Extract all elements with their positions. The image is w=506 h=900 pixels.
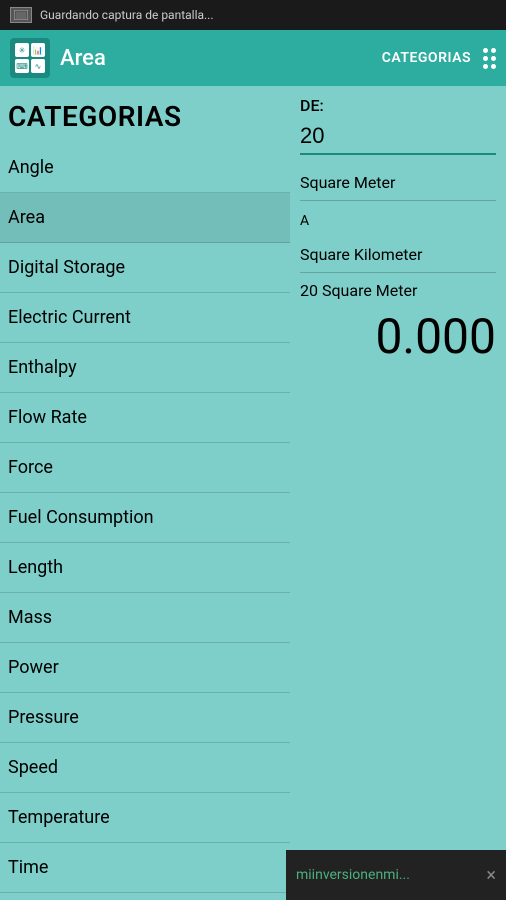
right-panel: DE: Square Meter A Square Kilometer 20 S…: [290, 86, 506, 900]
converter-result: 0.000: [300, 308, 496, 365]
categories-list: AngleAreaDigital StorageElectric Current…: [0, 143, 290, 900]
converter-from-value: 20 Square Meter: [300, 281, 496, 300]
category-item-area[interactable]: Area: [0, 193, 290, 243]
left-panel: CATEGORIAS AngleAreaDigital StorageElect…: [0, 86, 290, 900]
dot-1: [483, 48, 488, 53]
categories-heading: CATEGORIAS: [0, 86, 290, 143]
status-bar: Guardando captura de pantalla...: [0, 0, 506, 30]
de-label: DE:: [300, 96, 496, 115]
category-item-force[interactable]: Force: [0, 443, 290, 493]
converter-input[interactable]: [300, 119, 496, 155]
dot-2: [491, 48, 496, 53]
icon-cell-sun: ✳: [15, 43, 29, 57]
category-item-angle[interactable]: Angle: [0, 143, 290, 193]
icon-cell-calc: ⌨: [15, 59, 29, 73]
app-icon: ✳ 📊 ⌨ ∿: [10, 38, 50, 78]
dot-5: [483, 64, 488, 69]
screenshot-icon: [10, 7, 32, 23]
category-item-length[interactable]: Length: [0, 543, 290, 593]
converter-to-label: A: [300, 209, 496, 233]
converter-unit-to[interactable]: Square Kilometer: [300, 237, 496, 273]
icon-cell-wave: ∿: [31, 59, 45, 73]
category-item-speed[interactable]: Speed: [0, 743, 290, 793]
category-item-time[interactable]: Time: [0, 843, 290, 893]
app-header: ✳ 📊 ⌨ ∿ Area CATEGORIAS: [0, 30, 506, 86]
category-item-temperature[interactable]: Temperature: [0, 793, 290, 843]
category-item-pressure[interactable]: Pressure: [0, 693, 290, 743]
status-bar-text: Guardando captura de pantalla...: [40, 8, 214, 22]
category-item-fuel-consumption[interactable]: Fuel Consumption: [0, 493, 290, 543]
category-item-mass[interactable]: Mass: [0, 593, 290, 643]
category-item-flow-rate[interactable]: Flow Rate: [0, 393, 290, 443]
header-left: ✳ 📊 ⌨ ∿ Area: [10, 38, 106, 78]
header-categorias-button[interactable]: CATEGORIAS: [382, 50, 471, 66]
dot-6: [491, 64, 496, 69]
dot-3: [483, 56, 488, 61]
converter-unit-from[interactable]: Square Meter: [300, 165, 496, 201]
app-title: Area: [60, 46, 106, 71]
header-right: CATEGORIAS: [382, 48, 496, 69]
category-item-enthalpy[interactable]: Enthalpy: [0, 343, 290, 393]
icon-cell-chart: 📊: [31, 43, 45, 57]
bottom-bar-text: miinversionenmi...: [296, 867, 410, 883]
dot-4: [491, 56, 496, 61]
bottom-bar-close-button[interactable]: ×: [486, 865, 496, 886]
category-item-electric-current[interactable]: Electric Current: [0, 293, 290, 343]
category-item-volume[interactable]: Volume: [0, 893, 290, 900]
header-menu-button[interactable]: [483, 48, 496, 69]
main-content: CATEGORIAS AngleAreaDigital StorageElect…: [0, 86, 506, 900]
bottom-bar: miinversionenmi... ×: [286, 850, 506, 900]
category-item-digital-storage[interactable]: Digital Storage: [0, 243, 290, 293]
category-item-power[interactable]: Power: [0, 643, 290, 693]
